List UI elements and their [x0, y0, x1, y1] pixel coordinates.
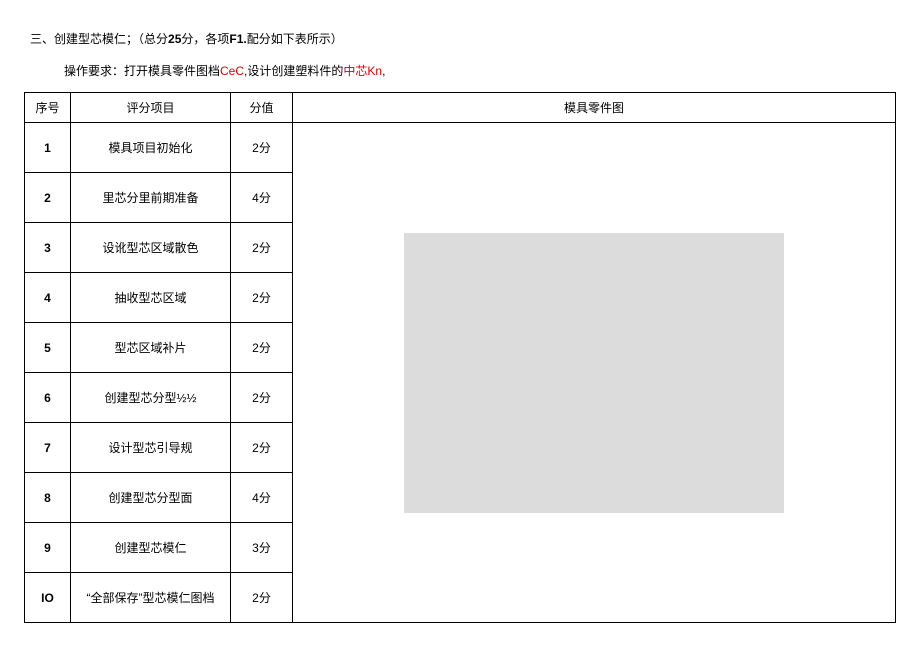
cell-score: 2分 [231, 423, 293, 473]
cell-score: 4分 [231, 173, 293, 223]
cell-item: 里芯分里前期准备 [71, 173, 231, 223]
cell-score: 4分 [231, 473, 293, 523]
col-image: 模具零件图 [293, 93, 896, 123]
cell-idx: 4 [25, 273, 71, 323]
heading-f1: F1. [229, 32, 246, 46]
operation-requirement: 操作要求：打开模具零件图档CeC,设计创建塑料件的中芯Kn, [64, 62, 896, 80]
subline-red2: 中芯Kn [343, 64, 382, 78]
cell-item: 设讹型芯区域散色 [71, 223, 231, 273]
cell-idx: 9 [25, 523, 71, 573]
cell-score: 2分 [231, 273, 293, 323]
image-placeholder [404, 233, 784, 513]
cell-score: 2分 [231, 323, 293, 373]
heading-prefix: 三、创建型芯模仁；（总分 [30, 32, 168, 46]
cell-item: 创建型芯分型面 [71, 473, 231, 523]
cell-idx: IO [25, 573, 71, 623]
cell-idx: 6 [25, 373, 71, 423]
cell-idx: 8 [25, 473, 71, 523]
heading-suffix: 配分如下表所示） [247, 32, 343, 46]
scoring-table: 序号 评分项目 分值 模具零件图 1 模具项目初始化 2分 2 里芯分里前期准备… [24, 92, 896, 623]
heading-mid: 分，各项 [181, 32, 229, 46]
cell-item: 创建型芯分型½½ [71, 373, 231, 423]
cell-idx: 2 [25, 173, 71, 223]
cell-idx: 1 [25, 123, 71, 173]
cell-idx: 7 [25, 423, 71, 473]
table-wrapper: 序号 评分项目 分值 模具零件图 1 模具项目初始化 2分 2 里芯分里前期准备… [24, 92, 896, 623]
cell-score: 2分 [231, 223, 293, 273]
cell-item: “全部保存”型芯模仁图档 [71, 573, 231, 623]
cell-score: 2分 [231, 573, 293, 623]
heading-total: 25 [168, 32, 181, 46]
cell-image [293, 123, 896, 623]
table-row: 1 模具项目初始化 2分 [25, 123, 896, 173]
col-score: 分值 [231, 93, 293, 123]
cell-score: 2分 [231, 373, 293, 423]
cell-score: 2分 [231, 123, 293, 173]
cell-item: 模具项目初始化 [71, 123, 231, 173]
col-idx: 序号 [25, 93, 71, 123]
subline-mid: ,设计创建塑料件的 [244, 64, 343, 78]
table-body: 1 模具项目初始化 2分 2 里芯分里前期准备 4分 3 设讹型芯区域散色 2分… [25, 123, 896, 623]
cell-item: 创建型芯模仁 [71, 523, 231, 573]
cell-item: 设计型芯引导规 [71, 423, 231, 473]
cell-idx: 5 [25, 323, 71, 373]
subline-end: , [382, 64, 385, 78]
cell-score: 3分 [231, 523, 293, 573]
cell-item: 抽收型芯区域 [71, 273, 231, 323]
cell-idx: 3 [25, 223, 71, 273]
section-heading: 三、创建型芯模仁；（总分25分，各项F1.配分如下表所示） [30, 30, 896, 48]
col-item: 评分项目 [71, 93, 231, 123]
cell-item: 型芯区域补片 [71, 323, 231, 373]
subline-label: 操作要求：打开模具零件图档 [64, 64, 220, 78]
table-header-row: 序号 评分项目 分值 模具零件图 [25, 93, 896, 123]
subline-red1: CeC [220, 64, 244, 78]
